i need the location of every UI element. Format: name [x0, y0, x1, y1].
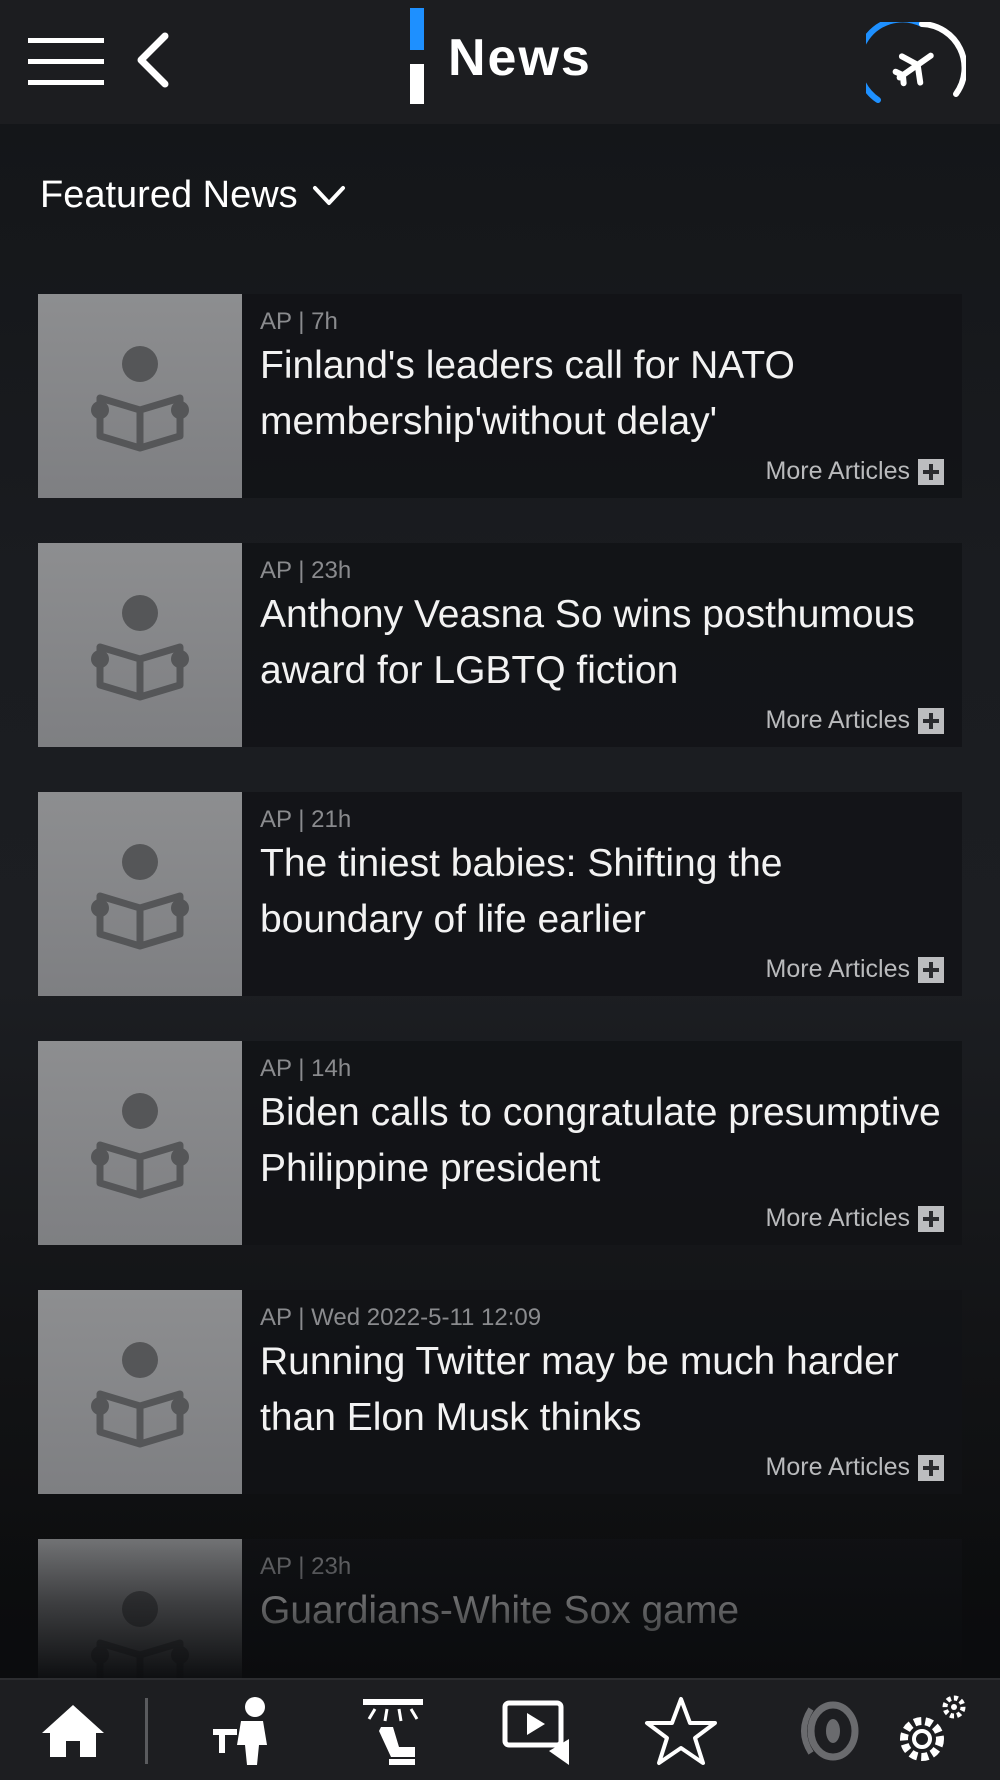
more-articles-label: More Articles — [765, 457, 910, 485]
more-articles-button[interactable]: More Articles — [766, 1453, 944, 1482]
more-articles-label: More Articles — [765, 1453, 910, 1481]
hamburger-menu-icon[interactable] — [28, 38, 104, 86]
reader-icon — [91, 595, 189, 701]
news-content: Featured News AP | 7h Finland's leaders … — [0, 124, 1000, 1678]
chevron-down-icon — [312, 185, 345, 205]
article-headline[interactable]: Guardians-White Sox game — [260, 1583, 950, 1639]
article-card[interactable]: AP | 7h Finland's leaders call for NATO … — [38, 294, 962, 498]
more-articles-label: More Articles — [765, 706, 910, 734]
media-player-icon[interactable] — [494, 1694, 584, 1768]
article-thumbnail — [38, 1539, 242, 1678]
article-meta: AP | 14h — [260, 1055, 352, 1082]
article-headline[interactable]: Biden calls to congratulate presumptive … — [260, 1085, 950, 1197]
flight-progress-icon[interactable] — [855, 16, 968, 106]
article-thumbnail — [38, 294, 242, 498]
bottom-navigation — [0, 1678, 1000, 1780]
article-card[interactable]: AP | 21h The tiniest babies: Shifting th… — [38, 792, 962, 996]
speaker-icon[interactable] — [782, 1694, 872, 1768]
settings-gear-icon[interactable] — [886, 1694, 976, 1768]
reader-icon — [91, 1342, 189, 1448]
top-bar: News — [0, 0, 1000, 124]
more-articles-label: More Articles — [765, 1204, 910, 1232]
section-title: Featured News — [40, 174, 298, 216]
article-meta: AP | 23h — [260, 557, 352, 584]
plus-icon — [918, 458, 944, 485]
more-articles-button[interactable]: More Articles — [766, 955, 944, 984]
nav-divider — [145, 1698, 148, 1764]
title-accent-bar — [410, 8, 424, 104]
article-headline[interactable]: Anthony Veasna So wins posthumous award … — [260, 587, 950, 699]
article-card[interactable]: AP | 23h Anthony Veasna So wins posthumo… — [38, 543, 962, 747]
article-meta: AP | 23h — [260, 1553, 352, 1580]
chevron-left-icon[interactable] — [133, 30, 173, 90]
page-title: News — [448, 29, 592, 87]
article-headline[interactable]: Running Twitter may be much harder than … — [260, 1334, 950, 1446]
article-thumbnail — [38, 792, 242, 996]
seat-light-icon[interactable] — [348, 1694, 438, 1768]
more-articles-label: More Articles — [765, 955, 910, 983]
plus-icon — [918, 1205, 944, 1232]
reader-icon — [91, 1591, 189, 1678]
article-headline[interactable]: Finland's leaders call for NATO membersh… — [260, 338, 950, 450]
star-icon[interactable] — [636, 1694, 726, 1768]
attendant-icon[interactable] — [200, 1694, 290, 1768]
article-thumbnail — [38, 1290, 242, 1494]
home-icon[interactable] — [28, 1694, 118, 1768]
reader-icon — [91, 844, 189, 950]
article-meta: AP | Wed 2022-5-11 12:09 — [260, 1304, 542, 1331]
article-thumbnail — [38, 543, 242, 747]
more-articles-button[interactable]: More Articles — [766, 457, 944, 486]
article-card[interactable]: AP | 14h Biden calls to congratulate pre… — [38, 1041, 962, 1245]
reader-icon — [91, 1093, 189, 1199]
article-headline[interactable]: The tiniest babies: Shifting the boundar… — [260, 836, 950, 948]
featured-news-dropdown[interactable]: Featured News — [40, 174, 346, 217]
article-meta: AP | 21h — [260, 806, 352, 833]
more-articles-button[interactable]: More Articles — [766, 706, 944, 735]
plus-icon — [918, 956, 944, 983]
plus-icon — [918, 707, 944, 734]
article-meta: AP | 7h — [260, 308, 338, 335]
reader-icon — [91, 346, 189, 452]
plus-icon — [918, 1454, 944, 1481]
article-thumbnail — [38, 1041, 242, 1245]
article-card[interactable]: AP | Wed 2022-5-11 12:09 Running Twitter… — [38, 1290, 962, 1494]
more-articles-button[interactable]: More Articles — [766, 1204, 944, 1233]
article-card[interactable]: AP | 23h Guardians-White Sox game — [38, 1539, 962, 1678]
